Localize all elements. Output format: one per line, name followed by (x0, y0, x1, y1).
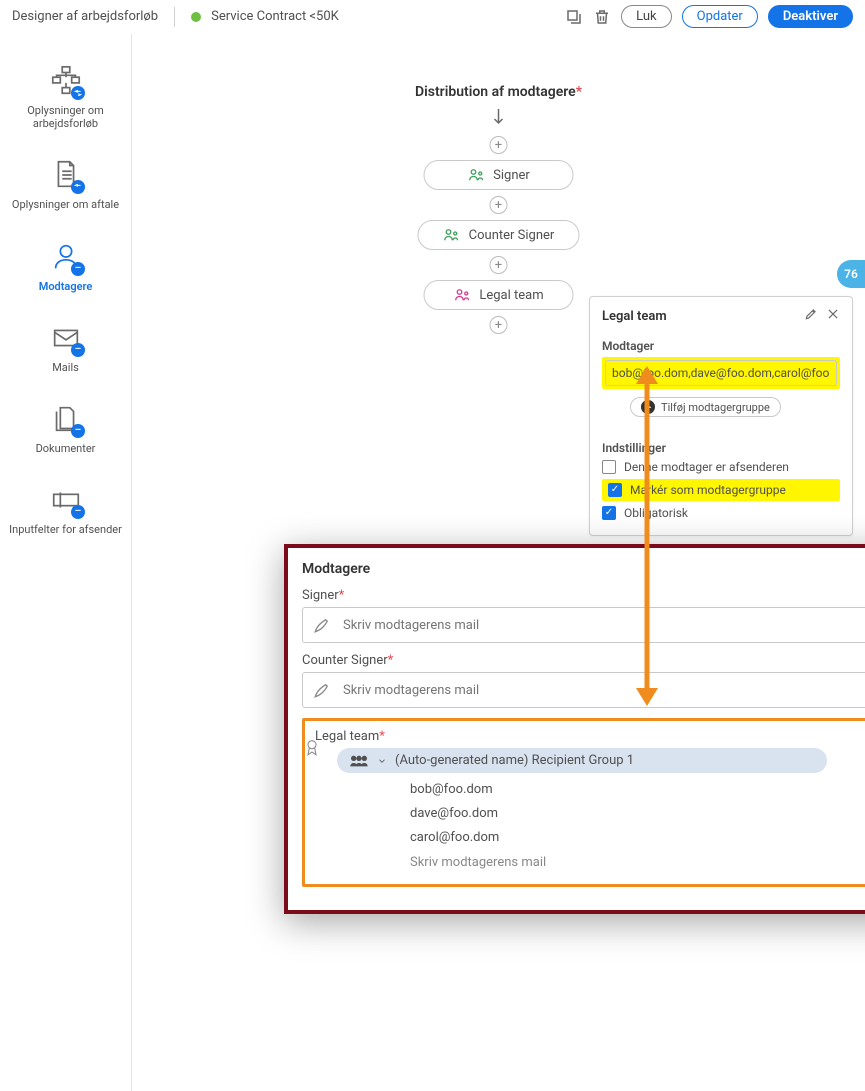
sidebar-item-label: Oplysninger om arbejdsforløb (4, 104, 127, 130)
signer-section-label: Signer* (302, 588, 865, 603)
sidebar-item-sender-inputs[interactable]: Inputfelter for afsender (0, 473, 131, 554)
sidebar-item-recipients[interactable]: Modtagere (0, 230, 131, 311)
flowchart-icon (49, 64, 83, 98)
document-icon (49, 158, 83, 192)
sidebar-item-label: Mails (52, 361, 79, 374)
flow-title: Distribution af modtagere* (415, 84, 582, 100)
recipients-title: Modtagere (302, 561, 370, 577)
counter-signer-row[interactable]: Ingen (302, 672, 865, 708)
status-dot-icon (191, 12, 201, 22)
close-button[interactable]: Luk (621, 5, 671, 28)
add-node-button[interactable]: + (489, 136, 507, 154)
add-group-label: Tilføj modtagergruppe (661, 401, 770, 414)
recipient-group-pill[interactable]: (Auto-generated name) Recipient Group 1 (337, 748, 827, 773)
deactivate-button[interactable]: Deaktiver (768, 5, 853, 28)
checkbox-sender[interactable] (602, 460, 616, 474)
close-icon[interactable] (826, 307, 840, 325)
group-name-label: (Auto-generated name) Recipient Group 1 (395, 753, 634, 768)
documents-icon (49, 402, 83, 436)
add-node-button[interactable]: + (489, 316, 507, 334)
settings-label: Indstillinger (602, 441, 840, 455)
member-email: carol@foo.dom (410, 830, 499, 845)
designer-title: Designer af arbejdsforløb (12, 9, 158, 24)
counter-email-input[interactable] (343, 683, 865, 698)
sidebar-item-label: Modtagere (39, 280, 93, 293)
detail-title: Legal team (602, 309, 667, 324)
templates-icon[interactable] (565, 8, 583, 26)
add-node-button[interactable]: + (489, 196, 507, 214)
checkbox-sender-label: Denne modtager er afsenderen (624, 460, 789, 474)
input-field-icon (49, 483, 83, 517)
recipient-detail-panel: Legal team Modtager + Tilføj modtagergru… (589, 296, 853, 536)
flow-node-legal-team[interactable]: Legal team (423, 280, 573, 310)
flow-node-signer[interactable]: Signer (423, 160, 573, 190)
recipient-label: Modtager (602, 339, 840, 353)
sidebar-item-label: Inputfelter for afsender (9, 523, 122, 536)
sidebar-item-documents[interactable]: Dokumenter (0, 392, 131, 473)
checkbox-required[interactable] (602, 506, 616, 520)
update-button[interactable]: Opdater (682, 5, 758, 28)
help-score-badge[interactable]: 76 (837, 260, 865, 288)
signer-row[interactable]: Ingen (302, 607, 865, 643)
group-member-row: carol@foo.dom Ingen (410, 829, 865, 845)
member-email: bob@foo.dom (410, 782, 493, 797)
people-icon (349, 754, 369, 768)
trash-icon[interactable] (593, 8, 611, 26)
signer-email-input[interactable] (343, 618, 865, 633)
separator (174, 7, 175, 27)
flow-node-counter-signer[interactable]: Counter Signer (418, 220, 580, 250)
edit-icon[interactable] (804, 307, 818, 325)
pen-icon (313, 681, 331, 699)
mail-icon (49, 321, 83, 355)
node-label: Signer (493, 168, 530, 183)
legal-section-label: Legal team* (315, 729, 865, 744)
legal-team-highlight-box: Legal team* (Auto-generated name) Recipi… (302, 718, 865, 887)
node-label: Counter Signer (469, 228, 555, 243)
checkbox-required-label: Obligatorisk (624, 506, 688, 520)
chevron-down-icon (377, 756, 387, 766)
sidebar-item-mails[interactable]: Mails (0, 311, 131, 392)
type-more-placeholder[interactable]: Skriv modtagerens mail (410, 855, 865, 870)
group-member-row: bob@foo.dom Ingen (410, 781, 865, 797)
person-icon (49, 240, 83, 274)
sidebar-item-agreement-info[interactable]: Oplysninger om aftale (0, 148, 131, 229)
sidebar-item-label: Oplysninger om aftale (12, 198, 119, 211)
checkbox-mark-group[interactable] (608, 483, 622, 497)
plus-icon: + (641, 400, 655, 414)
add-node-button[interactable]: + (489, 256, 507, 274)
checkbox-mark-group-label: Markér som modtagergruppe (630, 483, 786, 497)
group-member-row: dave@foo.dom Ingen (410, 805, 865, 821)
ribbon-icon (304, 738, 320, 758)
recipient-emails-input[interactable] (605, 360, 837, 386)
counter-section-label: Counter Signer* (302, 653, 865, 668)
node-label: Legal team (479, 288, 543, 303)
recipients-preview-panel: Modtagere ? Signer* Ingen Counter Sig (284, 544, 865, 914)
add-recipient-group-button[interactable]: + Tilføj modtagergruppe (630, 397, 781, 417)
sidebar-item-workflow-info[interactable]: Oplysninger om arbejdsforløb (0, 54, 131, 148)
arrow-down-icon (491, 108, 505, 126)
pen-icon (313, 616, 331, 634)
contract-name: Service Contract <50K (211, 9, 339, 24)
sidebar-item-label: Dokumenter (36, 442, 96, 455)
member-email: dave@foo.dom (410, 806, 498, 821)
